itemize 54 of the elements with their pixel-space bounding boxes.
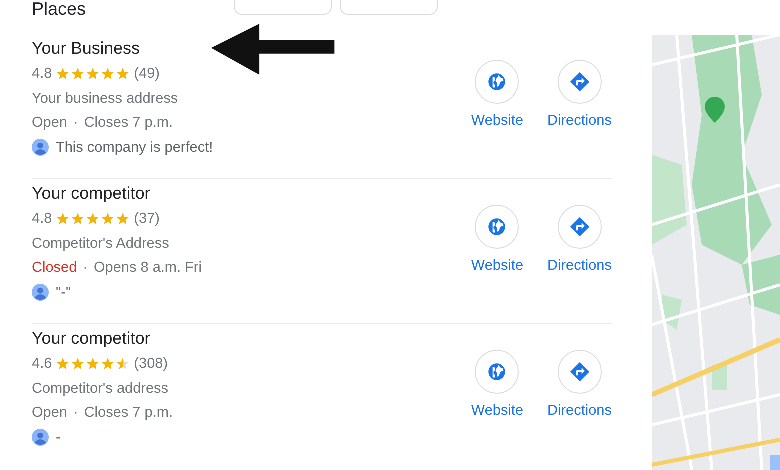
rating-value: 4.6 [32,355,52,374]
directions-icon [568,216,591,238]
globe-icon [487,217,508,237]
open-status: Open [32,404,68,423]
place-name[interactable]: Your competitor [32,328,472,350]
opening-hours: Closes 7 p.m. [84,114,173,133]
directions-icon [568,361,591,383]
globe-icon [487,72,508,92]
rating-value: 4.8 [32,65,52,84]
globe-icon [487,362,508,382]
directions-icon [568,71,591,93]
star-icon [56,357,70,372]
opening-hours: Opens 8 a.m. Fri [94,259,202,278]
review-count: (308) [134,355,168,374]
open-status: Open [32,114,68,133]
user-avatar-icon [32,284,49,302]
star-icon [86,357,100,372]
star-icon [71,67,86,82]
directions-button[interactable]: Directions [548,60,612,129]
section-title: Places [32,0,86,18]
open-status: Closed [32,259,78,278]
separator-dot: · [73,114,78,133]
directions-button[interactable]: Directions [548,205,612,274]
star-icon [71,357,86,372]
review-snippet: This company is perfect! [56,138,214,158]
star-icon [56,67,70,82]
star-icon [101,212,116,226]
user-avatar-icon [32,139,49,156]
rating-value: 4.8 [32,210,52,229]
star-icon [71,212,86,226]
review-count: (37) [134,210,160,229]
user-avatar-icon [32,429,49,446]
place-address: Competitor's address [32,380,170,398]
directions-button[interactable]: Directions [548,350,612,419]
place-name[interactable]: Your competitor [32,183,472,205]
review-count: (49) [134,65,160,84]
separator-dot: · [83,259,88,278]
star-icon [101,357,116,372]
separator-dot: · [73,404,78,423]
review-snippet: "-" [56,284,72,302]
filter-chip[interactable] [340,0,438,15]
filter-chip[interactable] [234,0,332,15]
star-icon [116,357,130,372]
star-icon [86,212,100,226]
star-icon [56,212,70,226]
place-name[interactable]: Your Business [32,38,472,60]
place-address: Competitor's Address [32,234,170,254]
star-icon [101,67,116,82]
star-icon [116,67,130,82]
review-snippet: - [56,428,61,448]
opening-hours: Closes 7 p.m. [84,404,173,423]
place-address: Your business address [32,90,180,108]
star-icon [116,212,130,226]
star-icon [86,67,100,82]
